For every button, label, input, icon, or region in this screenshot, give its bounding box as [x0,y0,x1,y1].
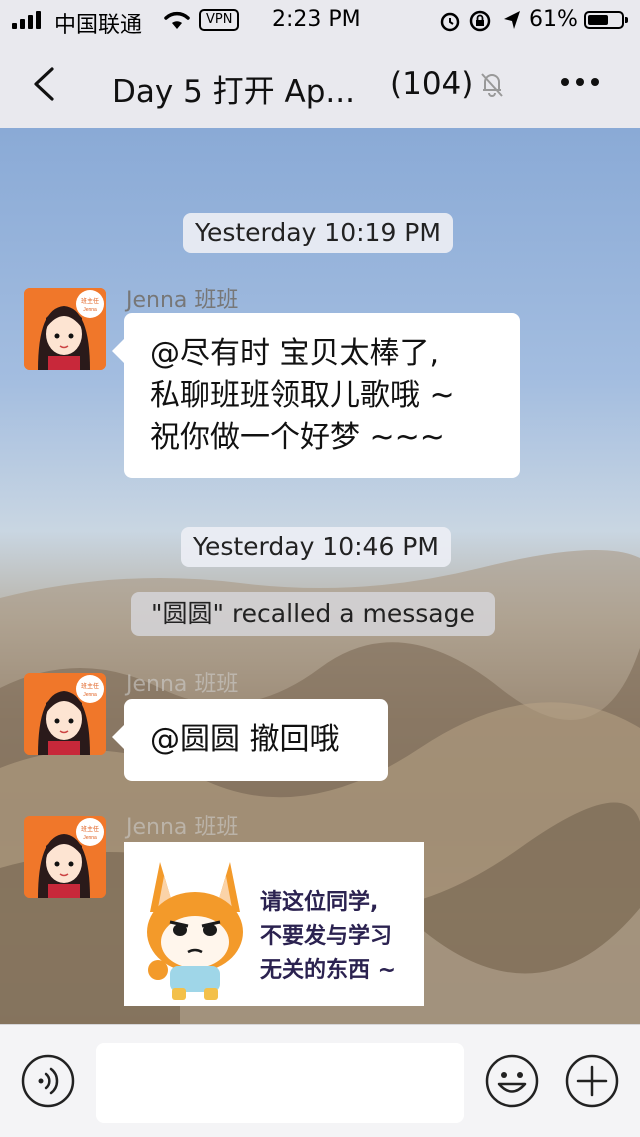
sender-name: Jenna 班班 [126,672,239,697]
carrier-name: 中国联通 [54,13,143,38]
more-options-icon[interactable] [560,76,600,88]
chat-title: Day 5 打开 Ap... [112,74,355,110]
message-bubble[interactable]: @圆圆 撤回哦 [112,699,388,781]
message-line: 私聊班班领取儿歌哦 ~ [150,378,455,413]
vpn-badge: VPN [199,9,240,31]
member-count: (104) [390,66,474,102]
avatar-badge: 班主任 [81,825,99,833]
message-line: 祝你做一个好梦 ~~~ [150,420,445,455]
sticker-message[interactable]: 请这位同学, 不要发与学习 无关的东西 ~ [124,842,424,1006]
mute-bell-icon [481,73,503,97]
alarm-lock-location-icons [440,10,520,32]
sender-name: Jenna 班班 [126,815,239,840]
message-input[interactable] [96,1043,464,1123]
emoji-icon[interactable] [484,1053,540,1109]
cellular-signal-icon [12,11,41,29]
avatar[interactable]: 班主任 Jenna [24,288,106,370]
plus-icon[interactable] [564,1053,620,1109]
timestamp: Yesterday 10:19 PM [183,213,453,253]
avatar-name: Jenna [83,835,97,841]
timestamp: Yesterday 10:46 PM [181,527,451,567]
message-line: @圆圆 撤回哦 [150,722,340,757]
fox-sticker-icon [147,862,243,1000]
chat-header: Day 5 打开 Ap... (104) [0,40,640,129]
message-line: @尽有时 宝贝太棒了, [150,336,440,371]
avatar-badge: 班主任 [81,682,99,690]
clock: 2:23 PM [272,7,361,32]
back-chevron-icon[interactable] [30,66,60,102]
wifi-icon [164,11,190,29]
sticker-line: 不要发与学习 [260,924,393,949]
avatar[interactable]: 班主任 Jenna [24,673,106,755]
voice-input-icon[interactable] [20,1053,76,1109]
sticker-line: 请这位同学, [260,890,379,915]
avatar-name: Jenna [83,307,97,313]
status-bar: 中国联通 VPN 2:23 PM 61% [0,0,640,40]
recalled-notice: "圆圆" recalled a message [131,592,495,636]
battery-percent: 61% [529,7,578,32]
battery-icon [584,11,628,29]
sticker-caption: 请这位同学, 不要发与学习 无关的东西 ~ [260,886,396,988]
input-bar [0,1024,640,1137]
avatar-name: Jenna [83,692,97,698]
sender-name: Jenna 班班 [126,288,239,313]
avatar-badge: 班主任 [81,297,99,305]
message-bubble[interactable]: @尽有时 宝贝太棒了, 私聊班班领取儿歌哦 ~ 祝你做一个好梦 ~~~ [112,313,520,478]
avatar[interactable]: 班主任 Jenna [24,816,106,898]
sticker-line: 无关的东西 ~ [260,958,397,983]
